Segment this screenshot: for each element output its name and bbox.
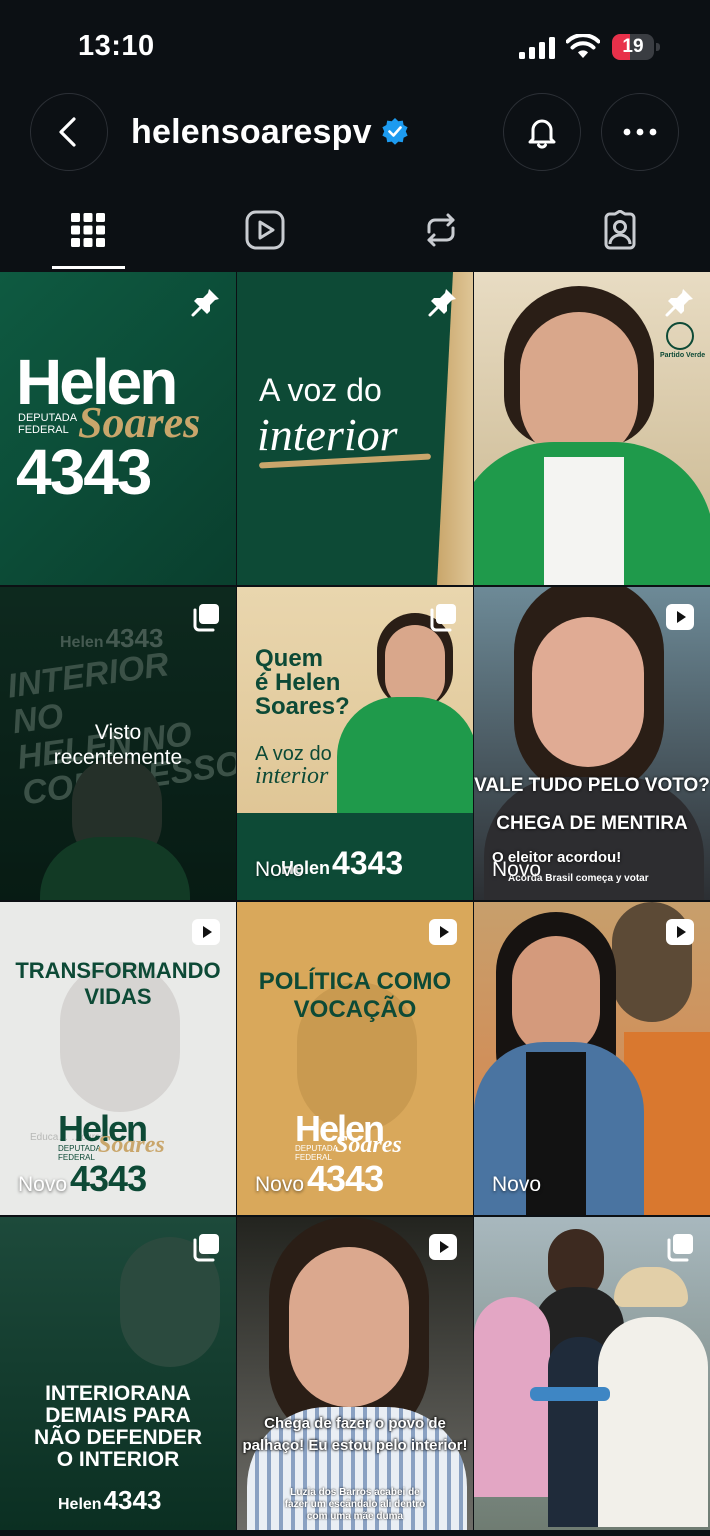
carousel-icon xyxy=(430,604,456,632)
carousel-icon xyxy=(193,604,219,632)
battery-level: 19 xyxy=(622,36,644,57)
recently-viewed-line: Visto xyxy=(94,721,142,744)
recently-viewed-line: recentemente xyxy=(53,746,183,769)
post-tile-4[interactable]: Helen4343 INTERIOR NOHELEN NOCONGRESSO V… xyxy=(0,587,236,900)
profile-username[interactable]: helensoarespv xyxy=(131,113,372,152)
notifications-button[interactable] xyxy=(503,93,581,171)
post-tile-3[interactable]: Partido Verde xyxy=(474,272,710,585)
tagged-icon xyxy=(604,210,636,250)
chevron-left-icon xyxy=(59,117,76,147)
pin-icon xyxy=(665,289,693,317)
new-badge: Novo xyxy=(492,858,542,881)
post-tile-6[interactable]: VALE TUDO PELO VOTO? CHEGA DE MENTIRA O … xyxy=(474,587,710,900)
verified-badge-icon xyxy=(382,118,408,145)
post-7-headline: TRANSFORMANDO VIDAS xyxy=(15,958,221,1009)
more-horizontal-icon xyxy=(623,128,657,136)
repost-icon xyxy=(427,213,455,247)
video-icon xyxy=(192,919,220,945)
new-badge: Novo xyxy=(255,858,305,881)
post-5-sub2: interior xyxy=(255,763,329,789)
post-7-surname: Soares xyxy=(98,1132,165,1158)
active-tab-indicator xyxy=(52,266,125,269)
grid-icon xyxy=(71,213,105,247)
carousel-icon xyxy=(193,1234,219,1262)
signal-icon xyxy=(519,37,555,59)
post-tile-7[interactable]: TRANSFORMANDO VIDAS Educa… …curso Helen D… xyxy=(0,902,236,1215)
video-icon xyxy=(666,604,694,630)
bell-icon xyxy=(528,119,556,149)
post-tile-8[interactable]: POLÍTICA COMO VOCAÇÃO Helen DEPUTADA FEDER… xyxy=(237,902,473,1215)
post-11-subcaption: Luzia dos Barros acabei de fazer um escân… xyxy=(284,1487,426,1522)
post-7-number: 4343 xyxy=(70,1158,147,1199)
recently-viewed-label: Visto recentemente xyxy=(0,720,236,770)
tab-posts[interactable] xyxy=(58,200,118,260)
post-tile-9[interactable]: Novo xyxy=(474,902,710,1215)
pin-icon xyxy=(428,289,456,317)
back-button[interactable] xyxy=(30,93,108,171)
post-tile-2[interactable]: A voz do interior xyxy=(237,272,473,585)
post-tile-5[interactable]: Quem é Helen Soares? A voz do interior Hel… xyxy=(237,587,473,900)
party-logo-icon xyxy=(666,322,694,350)
post-8-number: 4343 xyxy=(307,1158,384,1199)
wifi-icon xyxy=(566,34,600,58)
post-5-question: Quem é Helen Soares? xyxy=(255,645,350,720)
post-1-number: 4343 xyxy=(16,436,152,508)
status-time: 13:10 xyxy=(78,30,155,62)
video-icon xyxy=(429,1234,457,1260)
tab-reposts[interactable] xyxy=(411,200,471,260)
new-badge: Novo xyxy=(492,1173,542,1196)
post-6-line2: CHEGA DE MENTIRA xyxy=(496,813,688,834)
tab-tagged[interactable] xyxy=(590,200,650,260)
carousel-icon xyxy=(667,1234,693,1262)
post-6-line1: VALE TUDO PELO VOTO? xyxy=(474,775,710,796)
post-8-headline: POLÍTICA COMO VOCAÇÃO xyxy=(258,968,452,1023)
reels-icon xyxy=(245,210,285,250)
post-tile-12[interactable] xyxy=(474,1217,710,1530)
post-10-logo: Helen4343 xyxy=(58,1485,162,1515)
post-3-party: Partido Verde xyxy=(660,352,706,359)
profile-tabs xyxy=(0,190,710,270)
new-badge: Novo xyxy=(18,1173,68,1196)
battery-indicator: 19 xyxy=(612,34,660,60)
post-1-role: DEPUTADA FEDERAL xyxy=(18,412,78,436)
tab-reels[interactable] xyxy=(235,200,295,260)
post-8-surname: Soares xyxy=(335,1132,402,1158)
post-11-caption: Chega de fazer o povo de palhaço! Eu esto… xyxy=(242,1415,468,1454)
video-icon xyxy=(666,919,694,945)
pin-icon xyxy=(191,289,219,317)
post-2-line1: A voz do xyxy=(259,372,382,408)
post-2-line2: interior xyxy=(257,409,398,460)
video-icon xyxy=(429,919,457,945)
post-10-headline: INTERIORANA DEMAIS PARA NÃO DEFENDER O INTE… xyxy=(33,1382,202,1471)
status-bar: 13:10 19 xyxy=(0,0,710,90)
post-tile-10[interactable]: INTERIORANA DEMAIS PARA NÃO DEFENDER O INTE… xyxy=(0,1217,236,1530)
post-tile-1[interactable]: Helen DEPUTADA FEDERAL Soares 4343 xyxy=(0,272,236,585)
post-tile-11[interactable]: Chega de fazer o povo de palhaço! Eu esto… xyxy=(237,1217,473,1530)
new-badge: Novo xyxy=(255,1173,305,1196)
more-options-button[interactable] xyxy=(601,93,679,171)
profile-header: helensoarespv xyxy=(131,110,410,154)
